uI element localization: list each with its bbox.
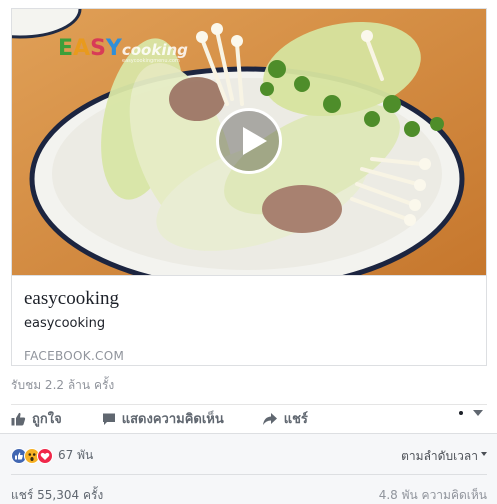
easycooking-watermark: EASYcooking easycookingmenu.com xyxy=(58,36,188,64)
action-bar: ถูกใจ แสดงความคิดเห็น แชร์ xyxy=(11,404,487,432)
thumbs-up-icon xyxy=(11,412,26,425)
engagement-summary: 67 พัน ตามลำดับเวลา แชร์ 55,304 ครั้ง 4.… xyxy=(0,433,497,504)
comment-button[interactable]: แสดงความคิดเห็น xyxy=(102,405,224,433)
comment-label: แสดงความคิดเห็น xyxy=(121,412,224,427)
comment-count[interactable]: 4.8 พัน ความคิดเห็น xyxy=(379,486,487,504)
chevron-down-icon xyxy=(473,410,483,416)
watermark-word: cooking xyxy=(121,41,188,59)
like-button[interactable]: ถูกใจ xyxy=(11,405,62,433)
like-label: ถูกใจ xyxy=(32,412,62,427)
share-label: แชร์ xyxy=(283,412,308,427)
link-domain: FACEBOOK.COM xyxy=(24,349,125,363)
comment-icon xyxy=(102,413,115,425)
share-count[interactable]: แชร์ 55,304 ครั้ง xyxy=(11,486,103,504)
love-reaction-icon xyxy=(37,447,53,464)
view-count: รับชม 2.2 ล้าน ครั้ง xyxy=(11,378,115,392)
caret-down-icon xyxy=(481,451,487,456)
divider xyxy=(11,474,487,475)
comment-sort-dropdown[interactable]: ตามลำดับเวลา xyxy=(401,447,487,466)
audience-menu[interactable] xyxy=(459,410,483,416)
share-button[interactable]: แชร์ xyxy=(262,405,308,433)
shared-video-card: EASYcooking easycookingmenu.com easycook… xyxy=(11,8,487,366)
avatar-dot-icon xyxy=(459,411,463,415)
video-thumbnail[interactable]: EASYcooking easycookingmenu.com xyxy=(12,9,486,275)
watermark-letter: Y xyxy=(105,36,122,61)
watermark-url: easycookingmenu.com xyxy=(122,58,180,64)
watermark-letter: A xyxy=(73,36,91,61)
play-icon[interactable] xyxy=(216,108,282,174)
share-arrow-icon xyxy=(262,412,277,425)
sort-label: ตามลำดับเวลา xyxy=(401,449,478,463)
reaction-count: 67 พัน xyxy=(58,448,94,462)
watermark-letter: E xyxy=(58,36,74,61)
watermark-letter: S xyxy=(90,36,106,61)
link-preview[interactable]: easycooking easycooking FACEBOOK.COM xyxy=(12,275,486,365)
link-title[interactable]: easycooking xyxy=(24,288,476,310)
link-description: easycooking xyxy=(24,316,106,331)
reactions-summary[interactable]: 67 พัน xyxy=(11,446,93,465)
